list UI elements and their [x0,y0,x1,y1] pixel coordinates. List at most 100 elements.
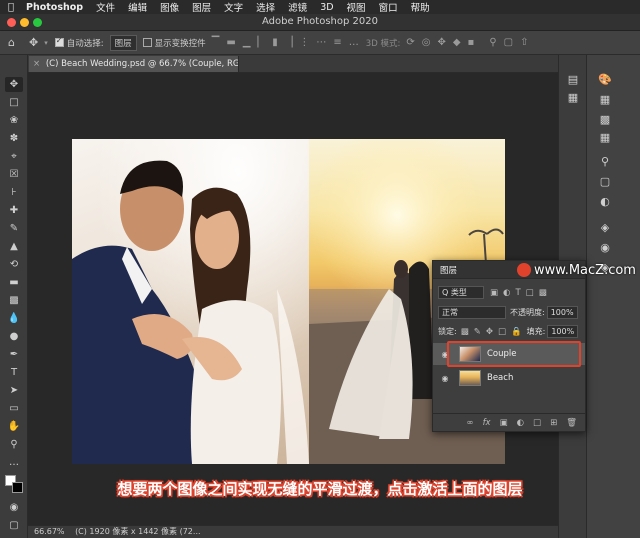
crop-tool[interactable]: ⌖ [5,149,23,164]
opacity-input[interactable]: 100% [546,306,578,319]
healing-brush-tool[interactable]: ✚ [5,203,23,218]
swatches-panel-icon[interactable]: ▦ [595,93,615,106]
channels-panel-icon[interactable]: ◉ [595,241,615,254]
lock-all-icon[interactable]: 🔒 [511,327,522,337]
auto-select-checkbox[interactable] [54,36,64,47]
blend-mode-dropdown[interactable]: 正常 [438,306,506,319]
drag-3d-icon[interactable]: ✥ [437,37,445,48]
menu-type[interactable]: 文字 [224,0,243,14]
align-center-icon[interactable]: ▮ [272,37,278,48]
filter-shape-icon[interactable]: □ [526,288,534,298]
dodge-tool[interactable]: ● [5,329,23,344]
show-transform-checkbox[interactable] [142,38,152,47]
fill-input[interactable]: 100% [547,325,579,338]
new-group-icon[interactable]: □ [533,418,541,428]
workspace-icon[interactable]: ▢ [504,37,513,48]
menu-layer[interactable]: 图层 [192,0,211,14]
align-top-icon[interactable]: ▔ [212,37,220,48]
new-layer-icon[interactable]: ⊞ [550,418,557,428]
lasso-tool[interactable]: ❀ [5,113,23,128]
learn-panel-icon[interactable]: ⚲ [595,155,615,168]
align-left-icon[interactable]: ▏ [257,37,265,48]
menu-edit[interactable]: 编辑 [128,0,147,14]
menu-3d[interactable]: 3D [320,2,333,13]
menu-image[interactable]: 图像 [160,0,179,14]
layers-tab[interactable]: 图层 [440,264,457,276]
new-adjustment-icon[interactable]: ◐ [517,418,524,428]
gradients-panel-icon[interactable]: ▩ [595,113,615,126]
filter-smart-icon[interactable]: ▩ [539,288,547,298]
adjustments-panel-icon[interactable]: ◐ [595,195,615,208]
menu-file[interactable]: 文件 [96,0,115,14]
hand-tool[interactable]: ✋ [5,419,23,434]
blur-tool[interactable]: 💧 [5,311,23,326]
layer-row-beach[interactable]: ◉ Beach [433,367,585,389]
document-info[interactable]: (C) 1920 像素 x 1442 像素 (72... [75,527,200,536]
home-icon[interactable]: ⌂ [8,36,15,49]
pen-tool[interactable]: ✒ [5,347,23,362]
filter-pixel-icon[interactable]: ▣ [490,288,498,298]
lock-pixels-icon[interactable]: ▩ [461,327,469,337]
lock-image-icon[interactable]: ✎ [474,327,481,337]
gradient-tool[interactable]: ▩ [5,293,23,308]
menu-select[interactable]: 选择 [256,0,275,14]
search-icon[interactable]: ⚲ [489,37,496,48]
share-icon[interactable]: ⇧ [520,37,528,48]
distribute-icon[interactable]: ⋮ [299,37,309,48]
menu-view[interactable]: 视图 [347,0,366,14]
distribute-h-icon[interactable]: ⋯ [316,37,326,48]
auto-select-dropdown[interactable]: 图层 [109,34,137,51]
document-tab[interactable]: × (C) Beach Wedding.psd @ 66.7% (Couple,… [29,56,239,72]
quick-select-tool[interactable]: ✽ [5,131,23,146]
eyedropper-tool[interactable]: ⊦ [5,185,23,200]
color-panel-icon[interactable]: 🎨 [595,73,615,86]
chevron-down-icon[interactable]: ▾ [44,39,48,47]
more-options-icon[interactable]: … [349,37,359,48]
apple-icon[interactable]:  [8,2,26,13]
eraser-tool[interactable]: ▬ [5,275,23,290]
layers-panel-icon[interactable]: ◈ [595,221,615,234]
zoom-level[interactable]: 66.67% [34,527,65,536]
more-tools-icon[interactable]: … [5,455,23,470]
close-tab-icon[interactable]: × [33,59,40,69]
align-bottom-icon[interactable]: ▁ [243,37,251,48]
delete-layer-icon[interactable]: 🗑 [566,418,577,428]
scale-3d-icon[interactable]: ▪ [468,37,475,48]
move-tool[interactable]: ✥ [5,77,23,92]
slide-3d-icon[interactable]: ◆ [453,37,461,48]
filter-adjustment-icon[interactable]: ◐ [503,288,510,298]
align-middle-icon[interactable]: ▬ [226,37,235,48]
lock-position-icon[interactable]: ✥ [486,327,493,337]
eye-icon[interactable]: ◉ [437,374,453,383]
quick-mask-icon[interactable]: ◉ [5,500,23,515]
type-tool[interactable]: T [5,365,23,380]
distribute-v-icon[interactable]: ≡ [333,37,341,48]
roll-3d-icon[interactable]: ◎ [422,37,431,48]
rectangle-tool[interactable]: ▭ [5,401,23,416]
lock-artboard-icon[interactable]: □ [498,327,506,337]
layer-style-icon[interactable]: fx [483,418,491,428]
orbit-3d-icon[interactable]: ⟳ [406,37,414,48]
add-mask-icon[interactable]: ▣ [500,418,508,428]
align-right-icon[interactable]: ▕ [285,37,293,48]
menu-window[interactable]: 窗口 [379,0,398,14]
menu-photoshop[interactable]: Photoshop [26,2,83,13]
frame-tool[interactable]: ☒ [5,167,23,182]
history-brush-tool[interactable]: ⟲ [5,257,23,272]
couple-closeup-photo[interactable] [72,139,309,464]
filter-type-icon[interactable]: T [515,288,520,298]
move-tool-icon[interactable]: ✥ [29,36,38,49]
screen-mode-icon[interactable]: ▢ [5,518,23,533]
libraries-panel-icon[interactable]: ▢ [595,175,615,188]
link-layers-icon[interactable]: ∞ [466,418,473,428]
menu-filter[interactable]: 滤镜 [288,0,307,14]
stamp-tool[interactable]: ▲ [5,239,23,254]
properties-panel-icon[interactable]: ▦ [563,91,583,104]
brush-tool[interactable]: ✎ [5,221,23,236]
menu-help[interactable]: 帮助 [411,0,430,14]
path-select-tool[interactable]: ➤ [5,383,23,398]
layer-filter-dropdown[interactable]: Q 类型 [438,286,484,299]
zoom-tool[interactable]: ⚲ [5,437,23,452]
marquee-tool[interactable]: □ [5,95,23,110]
patterns-panel-icon[interactable]: ▦ [595,131,615,144]
